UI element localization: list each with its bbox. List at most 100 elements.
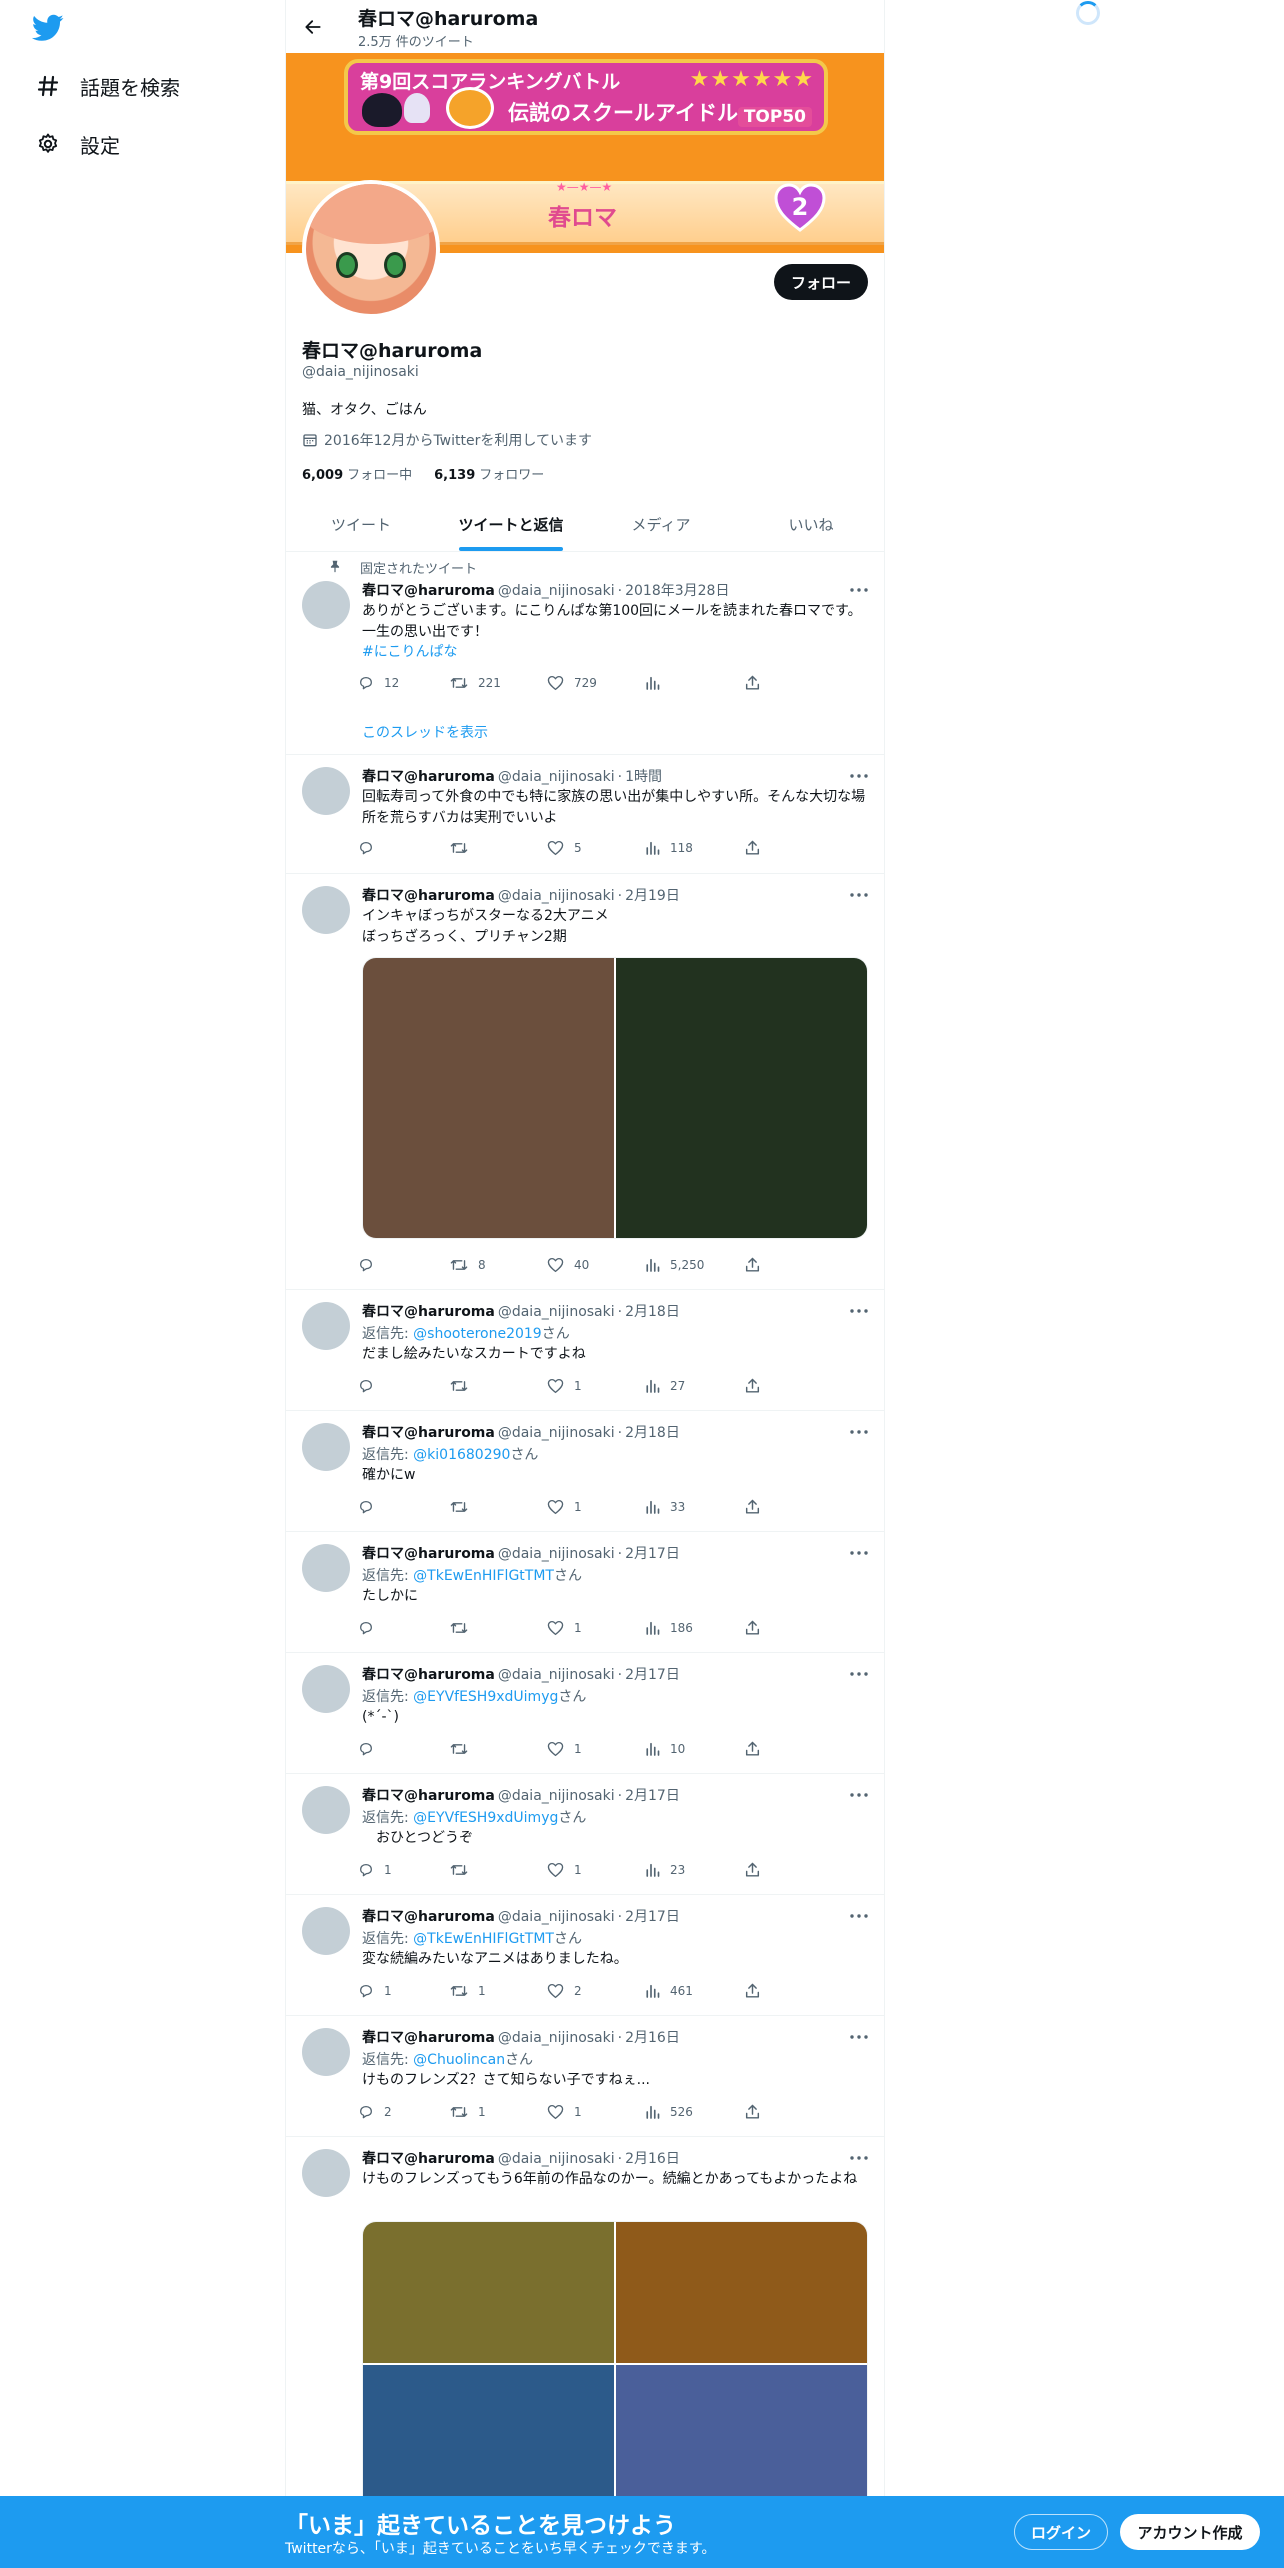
like-button[interactable]: 1	[547, 1378, 582, 1394]
show-thread-link[interactable]: このスレッドを表示	[362, 722, 488, 742]
like-button[interactable]: 2	[547, 1983, 582, 1999]
tweet-author-handle[interactable]: @daia_nijinosaki	[498, 769, 615, 785]
more-options-icon[interactable]	[848, 2029, 870, 2045]
views-button[interactable]: 33	[645, 1499, 685, 1515]
more-options-icon[interactable]	[848, 1303, 870, 1319]
tab-media[interactable]: メディア	[586, 498, 736, 551]
avatar[interactable]	[302, 1423, 350, 1471]
retweet-button[interactable]: 8	[450, 1257, 486, 1273]
tweet-item[interactable]: 春ロマ@haruroma @daia_nijinosaki · 2月16日 返信先: @…	[286, 2016, 884, 2137]
reply-button[interactable]	[358, 1257, 384, 1273]
retweet-button[interactable]: 1	[450, 2104, 486, 2120]
reply-to-account-link[interactable]: @shooterone2019	[413, 1326, 542, 1342]
tweet-timestamp[interactable]: 2月16日	[625, 2151, 680, 2167]
tweet-timestamp[interactable]: 2018年3月28日	[625, 583, 729, 599]
reply-button[interactable]: 1	[358, 1983, 392, 1999]
views-button[interactable]: 186	[645, 1620, 693, 1636]
retweet-button[interactable]: 1	[450, 1983, 486, 1999]
tab-tweets[interactable]: ツイート	[286, 498, 436, 551]
tweet-timestamp[interactable]: 1時間	[625, 769, 662, 785]
avatar[interactable]	[302, 1786, 350, 1834]
twitter-logo-icon[interactable]	[31, 14, 64, 42]
tweet-author-name[interactable]: 春ロマ@haruroma	[362, 1667, 495, 1683]
like-button[interactable]: 1	[547, 1620, 582, 1636]
tab-tweets-and-replies[interactable]: ツイートと返信	[436, 498, 586, 551]
follow-button[interactable]: フォロー	[774, 264, 868, 300]
avatar[interactable]	[302, 2149, 350, 2197]
views-button[interactable]: 118	[645, 840, 693, 856]
tweet-author-name[interactable]: 春ロマ@haruroma	[362, 769, 495, 785]
share-button[interactable]	[745, 1620, 770, 1636]
profile-avatar[interactable]	[302, 180, 440, 318]
retweet-button[interactable]: 221	[450, 675, 501, 691]
share-button[interactable]	[745, 1499, 770, 1515]
views-button[interactable]: 23	[645, 1862, 685, 1878]
tweet-timestamp[interactable]: 2月16日	[625, 2030, 680, 2046]
reply-button[interactable]: 1	[358, 1862, 392, 1878]
like-button[interactable]: 729	[547, 675, 597, 691]
tweet-author-handle[interactable]: @daia_nijinosaki	[498, 1546, 615, 1562]
avatar[interactable]	[302, 581, 350, 629]
media-image[interactable]	[616, 2222, 867, 2363]
media-image[interactable]	[616, 958, 867, 1238]
media-image[interactable]	[616, 2365, 867, 2506]
more-options-icon[interactable]	[848, 1908, 870, 1924]
media-image[interactable]	[363, 958, 614, 1238]
tweet-media-grid[interactable]	[362, 957, 868, 1239]
like-button[interactable]: 40	[547, 1257, 589, 1273]
reply-to-account-link[interactable]: @TkEwEnHIFlGtTMT	[413, 1931, 554, 1947]
media-image[interactable]	[363, 2365, 614, 2506]
tweet-author-handle[interactable]: @daia_nijinosaki	[498, 2030, 615, 2046]
nav-settings[interactable]: 設定	[34, 124, 120, 164]
login-button[interactable]: ログイン	[1014, 2514, 1108, 2550]
back-button[interactable]	[296, 10, 330, 44]
tweet-timestamp[interactable]: 2月17日	[625, 1788, 680, 1804]
retweet-button[interactable]	[450, 1620, 478, 1636]
tweet-item[interactable]: 春ロマ@haruroma @daia_nijinosaki · 2月18日 返信先: @…	[286, 1411, 884, 1532]
tweet-timestamp[interactable]: 2月19日	[625, 888, 680, 904]
views-button[interactable]: 10	[645, 1741, 685, 1757]
share-button[interactable]	[745, 1862, 770, 1878]
retweet-button[interactable]	[450, 1741, 478, 1757]
tweet-item[interactable]: 春ロマ@haruroma @daia_nijinosaki · 2月19日 インキャぼっ…	[286, 874, 884, 1290]
tweet-item[interactable]: 春ロマ@haruroma @daia_nijinosaki · 1時間 回転寿司って外食…	[286, 755, 884, 874]
like-button[interactable]: 5	[547, 840, 582, 856]
tweet-item[interactable]: 春ロマ@haruroma @daia_nijinosaki · 2月17日 返信先: @…	[286, 1895, 884, 2016]
avatar[interactable]	[302, 1544, 350, 1592]
like-button[interactable]: 1	[547, 2104, 582, 2120]
reply-button[interactable]	[358, 840, 384, 856]
reply-to-account-link[interactable]: @EYVfESH9xdUimyg	[413, 1810, 558, 1826]
reply-to-account-link[interactable]: @Chuolincan	[413, 2052, 505, 2068]
retweet-button[interactable]	[450, 840, 478, 856]
like-button[interactable]: 1	[547, 1862, 582, 1878]
tweet-timestamp[interactable]: 2月17日	[625, 1667, 680, 1683]
share-button[interactable]	[745, 1257, 770, 1273]
tweet-author-name[interactable]: 春ロマ@haruroma	[362, 888, 495, 904]
tweet-item[interactable]: 春ロマ@haruroma @daia_nijinosaki · 2月17日 返信先: @…	[286, 1774, 884, 1895]
media-image[interactable]	[363, 2222, 614, 2363]
tab-likes[interactable]: いいね	[736, 498, 884, 551]
avatar[interactable]	[302, 1665, 350, 1713]
reply-button[interactable]	[358, 1378, 384, 1394]
reply-to-account-link[interactable]: @TkEwEnHIFlGtTMT	[413, 1568, 554, 1584]
reply-to-account-link[interactable]: @ki01680290	[413, 1447, 510, 1463]
reply-button[interactable]: 2	[358, 2104, 392, 2120]
tweet-author-handle[interactable]: @daia_nijinosaki	[498, 1425, 615, 1441]
tweet-author-name[interactable]: 春ロマ@haruroma	[362, 1909, 495, 1925]
share-button[interactable]	[745, 2104, 770, 2120]
tweet-author-name[interactable]: 春ロマ@haruroma	[362, 1546, 495, 1562]
views-button[interactable]: 526	[645, 2104, 693, 2120]
reply-button[interactable]	[358, 1741, 384, 1757]
tweet-author-handle[interactable]: @daia_nijinosaki	[498, 1667, 615, 1683]
like-button[interactable]: 1	[547, 1499, 582, 1515]
tweet-timestamp[interactable]: 2月17日	[625, 1546, 680, 1562]
tweet-timestamp[interactable]: 2月18日	[625, 1425, 680, 1441]
more-options-icon[interactable]	[848, 582, 870, 598]
tweet-timestamp[interactable]: 2月18日	[625, 1304, 680, 1320]
more-options-icon[interactable]	[848, 1666, 870, 1682]
signup-button[interactable]: アカウント作成	[1120, 2514, 1260, 2550]
tweet-author-name[interactable]: 春ロマ@haruroma	[362, 1425, 495, 1441]
views-button[interactable]: 461	[645, 1983, 693, 1999]
nav-explore[interactable]: 話題を検索	[34, 66, 180, 106]
tweet-item[interactable]: 春ロマ@haruroma @daia_nijinosaki · 2月18日 返信先: @…	[286, 1290, 884, 1411]
